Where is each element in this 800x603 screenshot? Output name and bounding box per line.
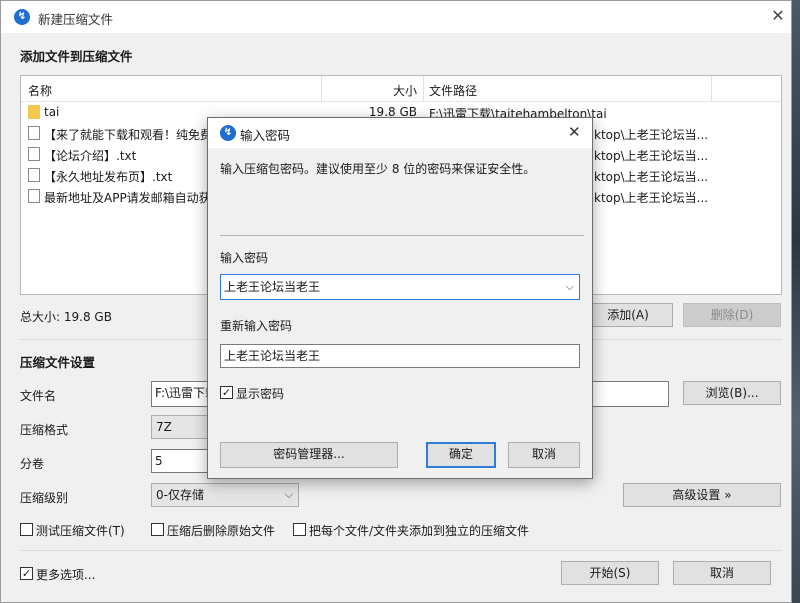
level-value: 0-仅存储 [156, 488, 204, 502]
window-title: 新建压缩文件 [38, 12, 114, 27]
file-path: ktop\上老王论坛当... [594, 128, 709, 142]
test-archive-checkbox[interactable] [20, 523, 33, 536]
file-path: ktop\上老王论坛当... [594, 149, 709, 163]
more-options-label: 更多选项... [36, 568, 96, 582]
divider [220, 235, 584, 236]
dialog-title: 输入密码 [240, 128, 291, 143]
app-icon: ↯ [14, 9, 30, 25]
text-file-icon [28, 189, 40, 203]
file-name: 【永久地址发布页】.txt [44, 170, 173, 184]
reenter-password-label: 重新输入密码 [220, 319, 293, 333]
folder-icon [28, 105, 40, 119]
app-icon: ↯ [220, 125, 236, 141]
file-name: 最新地址及APP请发邮箱自动获 [44, 191, 211, 205]
password-value: 上老王论坛当老王 [224, 280, 321, 294]
start-button[interactable]: 开始(S) [561, 561, 659, 585]
separate-archives-label: 把每个文件/文件夹添加到独立的压缩文件 [309, 524, 530, 538]
dialog-cancel-button[interactable]: 取消 [508, 442, 580, 468]
cancel-button[interactable]: 取消 [673, 561, 771, 585]
close-icon[interactable]: ✕ [769, 6, 787, 25]
browse-button[interactable]: 浏览(B)... [683, 381, 781, 405]
delete-source-label: 压缩后删除原始文件 [167, 524, 276, 538]
file-name: 【论坛介绍】.txt [44, 149, 137, 163]
chevron-down-icon: ⌵ [284, 488, 293, 501]
more-options-checkbox[interactable]: ✓ [20, 567, 33, 580]
text-file-icon [28, 147, 40, 161]
ok-button[interactable]: 确定 [426, 442, 496, 468]
advanced-settings-button[interactable]: 高级设置 » [623, 483, 781, 507]
add-button[interactable]: 添加(A) [583, 303, 673, 327]
password-label: 输入密码 [220, 251, 269, 265]
window-titlebar: ↯ 新建压缩文件 ✕ [1, 1, 791, 33]
format-value: 7Z [156, 420, 172, 434]
volume-label: 分卷 [20, 457, 45, 471]
column-path[interactable]: 文件路径 [429, 82, 477, 99]
level-select[interactable]: 0-仅存储 ⌵ [151, 483, 299, 507]
dialog-hint: 输入压缩包密码。建议使用至少 8 位的密码来保证安全性。 [220, 162, 536, 176]
section-settings: 压缩文件设置 [20, 355, 96, 370]
password-dialog: ↯ 输入密码 ✕ 输入压缩包密码。建议使用至少 8 位的密码来保证安全性。 输入… [207, 117, 593, 479]
close-icon[interactable]: ✕ [568, 123, 581, 141]
reenter-password-input[interactable]: 上老王论坛当老王 [220, 344, 580, 368]
format-label: 压缩格式 [20, 423, 69, 437]
divider [20, 550, 782, 551]
password-input[interactable]: 上老王论坛当老王 ⌵ [220, 274, 580, 300]
file-name: tai [44, 105, 60, 119]
section-add-files: 添加文件到压缩文件 [20, 49, 133, 64]
text-file-icon [28, 126, 40, 140]
total-size: 总大小: 19.8 GB [20, 310, 112, 324]
list-header: 名称 大小 文件路径 [21, 76, 781, 102]
test-archive-label: 测试压缩文件(T) [36, 524, 125, 538]
column-name[interactable]: 名称 [28, 82, 52, 99]
column-size[interactable]: 大小 [321, 82, 417, 99]
separate-archives-checkbox[interactable] [293, 523, 306, 536]
password-manager-button[interactable]: 密码管理器... [220, 442, 398, 468]
delete-button[interactable]: 删除(D) [683, 303, 781, 327]
chevron-down-icon[interactable]: ⌵ [566, 275, 574, 299]
level-label: 压缩级别 [20, 491, 69, 505]
file-path: ktop\上老王论坛当... [594, 191, 709, 205]
text-file-icon [28, 168, 40, 182]
delete-source-checkbox[interactable] [151, 523, 164, 536]
filename-label: 文件名 [20, 389, 57, 403]
show-password-label: 显示密码 [236, 387, 285, 401]
dialog-titlebar: ↯ 输入密码 ✕ [208, 118, 592, 148]
file-name: 【来了就能下载和观看！纯免费 [44, 128, 213, 142]
show-password-checkbox[interactable]: ✓ [220, 386, 233, 399]
file-path: ktop\上老王论坛当... [594, 170, 709, 184]
